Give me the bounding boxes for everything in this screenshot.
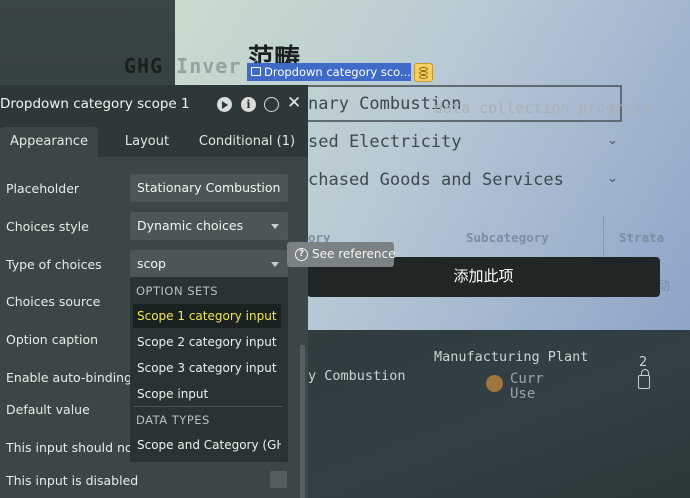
lock-icon [638, 369, 650, 389]
panel-tabs: Appearance Layout Conditional (1) [0, 123, 308, 157]
panel-scrollbar[interactable] [300, 345, 305, 498]
choices-style-label: Choices style [6, 219, 89, 234]
list-item-count: 2 [639, 354, 648, 370]
menu-divider [133, 406, 283, 407]
list-item-site: Manufacturing Plant [434, 349, 589, 365]
comment-icon[interactable] [264, 97, 279, 112]
type-of-choices-label: Type of choices [6, 257, 102, 272]
menu-item[interactable]: Scope 3 category input [133, 356, 281, 380]
menu-item[interactable]: Scope 2 category input [133, 330, 281, 354]
page-title: GHG Inver [124, 54, 242, 78]
chevron-down-icon[interactable]: ⌄ [607, 133, 618, 148]
category-row-goods[interactable]: chased Goods and Services [308, 170, 564, 190]
menu-item[interactable]: Scope 1 category input [133, 304, 281, 328]
choices-source-label: Choices source [6, 294, 101, 309]
menu-item[interactable]: Scope and Category (GH... [133, 433, 281, 457]
chevron-down-icon [271, 262, 279, 267]
avatar [486, 375, 503, 392]
tab-appearance[interactable]: Appearance [0, 127, 98, 157]
see-reference-button[interactable]: ? See reference [287, 242, 396, 267]
tab-conditional[interactable]: Conditional (1) [196, 127, 298, 157]
panel-title: Dropdown category scope 1 [0, 96, 190, 112]
database-icon[interactable] [414, 63, 433, 82]
list-item-user: Curr [510, 371, 544, 387]
chevron-down-icon [271, 224, 279, 229]
info-icon[interactable]: i [241, 97, 256, 112]
disabled-label: This input is disabled [6, 473, 139, 488]
window-icon [251, 67, 261, 76]
selected-element-tag[interactable]: Dropdown category sco... [247, 63, 411, 81]
help-icon: ? [295, 248, 308, 261]
option-caption-label: Option caption [6, 332, 99, 347]
menu-item[interactable]: Scope input [133, 382, 281, 406]
choices-dropdown-menu: OPTION SETS Scope 1 category input Scope… [130, 277, 288, 462]
choices-style-select[interactable]: Dynamic choices [130, 212, 288, 240]
play-icon[interactable] [217, 97, 232, 112]
category-row-electricity[interactable]: sed Electricity [308, 132, 462, 152]
chevron-down-icon[interactable]: ⌄ [607, 171, 618, 186]
default-value-label: Default value [6, 402, 90, 417]
menu-section-data-types: DATA TYPES [136, 413, 210, 427]
close-icon[interactable]: ✕ [287, 95, 302, 112]
list-item-user: Use [510, 386, 536, 402]
auto-binding-label: Enable auto-binding on [6, 370, 130, 385]
dropdown-overlay-placeholder: data collection progress [434, 99, 651, 117]
list-item-category: y Combustion [308, 368, 406, 384]
menu-section-option-sets: OPTION SETS [136, 284, 219, 298]
placeholder-input[interactable]: Stationary Combustion [130, 174, 288, 202]
tab-layout[interactable]: Layout [104, 127, 190, 157]
type-of-choices-input[interactable]: scop [130, 250, 288, 278]
should-not-be-empty-label: This input should not be [6, 440, 130, 455]
disabled-checkbox[interactable] [270, 471, 287, 488]
table-divider [603, 216, 604, 256]
placeholder-label: Placeholder [6, 181, 80, 196]
panel-header[interactable]: Dropdown category scope 1 i ✕ [0, 85, 308, 123]
